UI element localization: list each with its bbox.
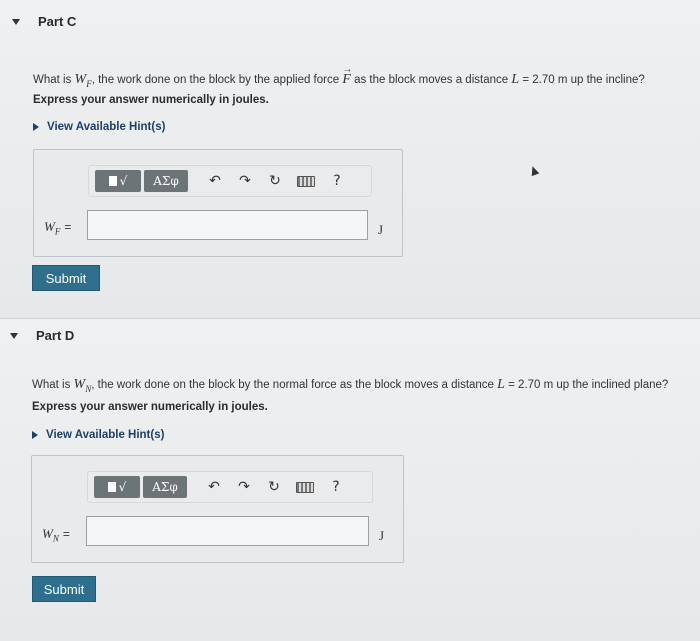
var-sub: F (54, 226, 61, 237)
part-c-submit-button[interactable]: Submit (32, 265, 100, 291)
question-text: as the block moves a distance (350, 74, 512, 86)
vector-arrow-icon: → (342, 64, 353, 75)
part-d-title: Part D (36, 328, 75, 343)
redo-icon[interactable]: ↷ (230, 173, 260, 189)
var-sub: N (52, 533, 59, 544)
part-c-variable-label: WF = (44, 219, 71, 237)
keyboard-icon[interactable] (297, 175, 315, 187)
var-w: W (73, 377, 86, 392)
hint-label: View Available Hint(s) (46, 429, 165, 441)
reset-icon[interactable]: ↻ (259, 479, 289, 495)
sqrt-icon: √ (119, 174, 128, 188)
part-c-title: Part C (38, 14, 77, 29)
part-d-toolbar: √ ΑΣφ ↶ ↷ ↻ ? (87, 471, 373, 503)
question-text: , the work done on the block by the appl… (91, 74, 343, 86)
caret-down-icon (10, 332, 18, 339)
hint-label: View Available Hint(s) (47, 121, 166, 133)
var-l: L (497, 377, 505, 392)
question-value: = 2.70 m up the inclined plane? (504, 379, 669, 391)
part-d-answer-input[interactable] (86, 516, 369, 546)
part-d-unit: J (379, 528, 385, 543)
equals-sign: = (62, 527, 70, 541)
reset-icon[interactable]: ↻ (260, 173, 290, 189)
part-d-submit-button[interactable]: Submit (32, 576, 96, 602)
part-d-header[interactable]: Part D (10, 328, 74, 343)
part-d-question: What is WN, the work done on the block b… (32, 377, 668, 394)
template-button[interactable]: √ (95, 170, 141, 192)
part-d-variable-label: WN = (42, 526, 70, 544)
sqrt-icon: √ (118, 480, 127, 494)
part-c-toolbar: √ ΑΣφ ↶ ↷ ↻ ? (88, 165, 372, 197)
play-triangle-icon (32, 431, 38, 439)
part-c-question: What is WF, the work done on the block b… (33, 64, 645, 89)
help-icon[interactable]: ? (321, 479, 351, 495)
greek-button[interactable]: ΑΣφ (144, 170, 188, 192)
question-text: What is (32, 379, 74, 391)
part-c-instruction: Express your answer numerically in joule… (33, 94, 269, 106)
equals-sign: = (64, 220, 72, 234)
part-c-answer-input[interactable] (87, 210, 368, 240)
template-button[interactable]: √ (94, 476, 140, 498)
question-text: What is (33, 74, 75, 86)
part-c-hint-link[interactable]: View Available Hint(s) (33, 121, 165, 133)
redo-icon[interactable]: ↷ (229, 479, 259, 495)
template-icon (108, 176, 117, 186)
help-icon[interactable]: ? (322, 173, 352, 189)
undo-icon[interactable]: ↶ (200, 173, 230, 189)
part-d-instruction: Express your answer numerically in joule… (32, 401, 268, 413)
keyboard-icon[interactable] (296, 481, 314, 493)
var-w: W (44, 219, 55, 234)
greek-button[interactable]: ΑΣφ (143, 476, 187, 498)
part-c-unit: J (378, 222, 384, 237)
undo-icon[interactable]: ↶ (199, 479, 229, 495)
play-triangle-icon (33, 123, 39, 131)
part-d-hint-link[interactable]: View Available Hint(s) (32, 429, 164, 441)
question-text: , the work done on the block by the norm… (91, 379, 498, 391)
var-w: W (74, 72, 87, 87)
var-l: L (511, 72, 520, 87)
caret-down-icon (12, 18, 20, 25)
template-icon (107, 482, 116, 492)
question-value: = 2.70 m up the incline? (519, 74, 645, 86)
var-w: W (42, 526, 53, 541)
part-c-header[interactable]: Part C (12, 14, 76, 29)
